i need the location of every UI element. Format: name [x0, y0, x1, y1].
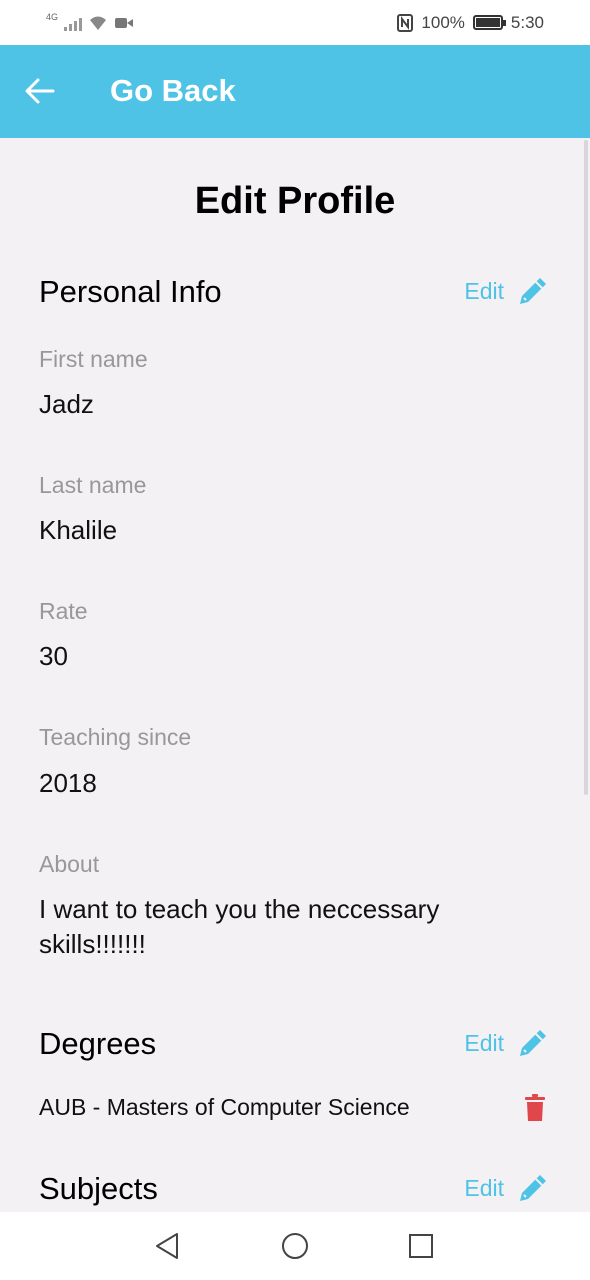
status-right: 100% 5:30	[397, 13, 544, 33]
page-title: Edit Profile	[194, 180, 396, 222]
teaching-since-label: Teaching since	[39, 724, 192, 750]
nav-back-icon[interactable]	[151, 1230, 183, 1262]
about-value: I want to teach you the neccessary skill…	[39, 894, 440, 959]
video-camera-icon	[115, 17, 134, 28]
pencil-icon	[520, 1175, 546, 1201]
rate-label: Rate	[39, 598, 88, 624]
edit-label: Edit	[464, 277, 504, 304]
pencil-icon	[520, 1030, 546, 1056]
pencil-icon	[520, 278, 546, 304]
nav-recents-icon[interactable]	[405, 1230, 437, 1262]
battery-icon	[472, 15, 506, 30]
about-label: About	[39, 851, 100, 877]
scrollbar[interactable]	[584, 140, 588, 795]
personal-info-heading: Personal Info	[39, 274, 222, 309]
wifi-icon	[90, 16, 107, 30]
degrees-heading: Degrees	[39, 1026, 157, 1061]
first-name-value: Jadz	[39, 389, 94, 419]
nav-home-icon[interactable]	[279, 1230, 311, 1262]
edit-label: Edit	[464, 1174, 504, 1201]
personal-info-edit-button[interactable]: Edit	[464, 274, 550, 308]
network-type: 4G	[46, 11, 59, 22]
app-bar: Go Back	[0, 45, 590, 138]
status-bar: 4G 100% 5:30	[0, 0, 590, 45]
subjects-edit-button[interactable]: Edit	[464, 1171, 550, 1205]
last-name-value: Khalile	[39, 515, 118, 545]
arrow-left-icon	[25, 78, 55, 104]
last-name-label: Last name	[39, 472, 147, 498]
go-back-title[interactable]: Go Back	[110, 73, 236, 109]
trash-icon[interactable]	[524, 1094, 546, 1122]
status-left: 4G	[46, 11, 134, 31]
back-button[interactable]	[22, 73, 58, 109]
battery-percent: 100%	[421, 12, 465, 32]
degree-item: AUB - Masters of Computer Science	[39, 1094, 410, 1120]
edit-label: Edit	[464, 1029, 504, 1056]
clock: 5:30	[510, 12, 544, 32]
teaching-since-value: 2018	[39, 768, 97, 798]
nfc-icon	[397, 13, 414, 32]
signal-icon	[64, 15, 83, 31]
subjects-heading: Subjects	[39, 1171, 158, 1206]
system-nav-bar	[0, 1212, 590, 1280]
first-name-label: First name	[39, 346, 148, 372]
rate-value: 30	[39, 641, 68, 671]
degrees-edit-button[interactable]: Edit	[464, 1026, 550, 1060]
